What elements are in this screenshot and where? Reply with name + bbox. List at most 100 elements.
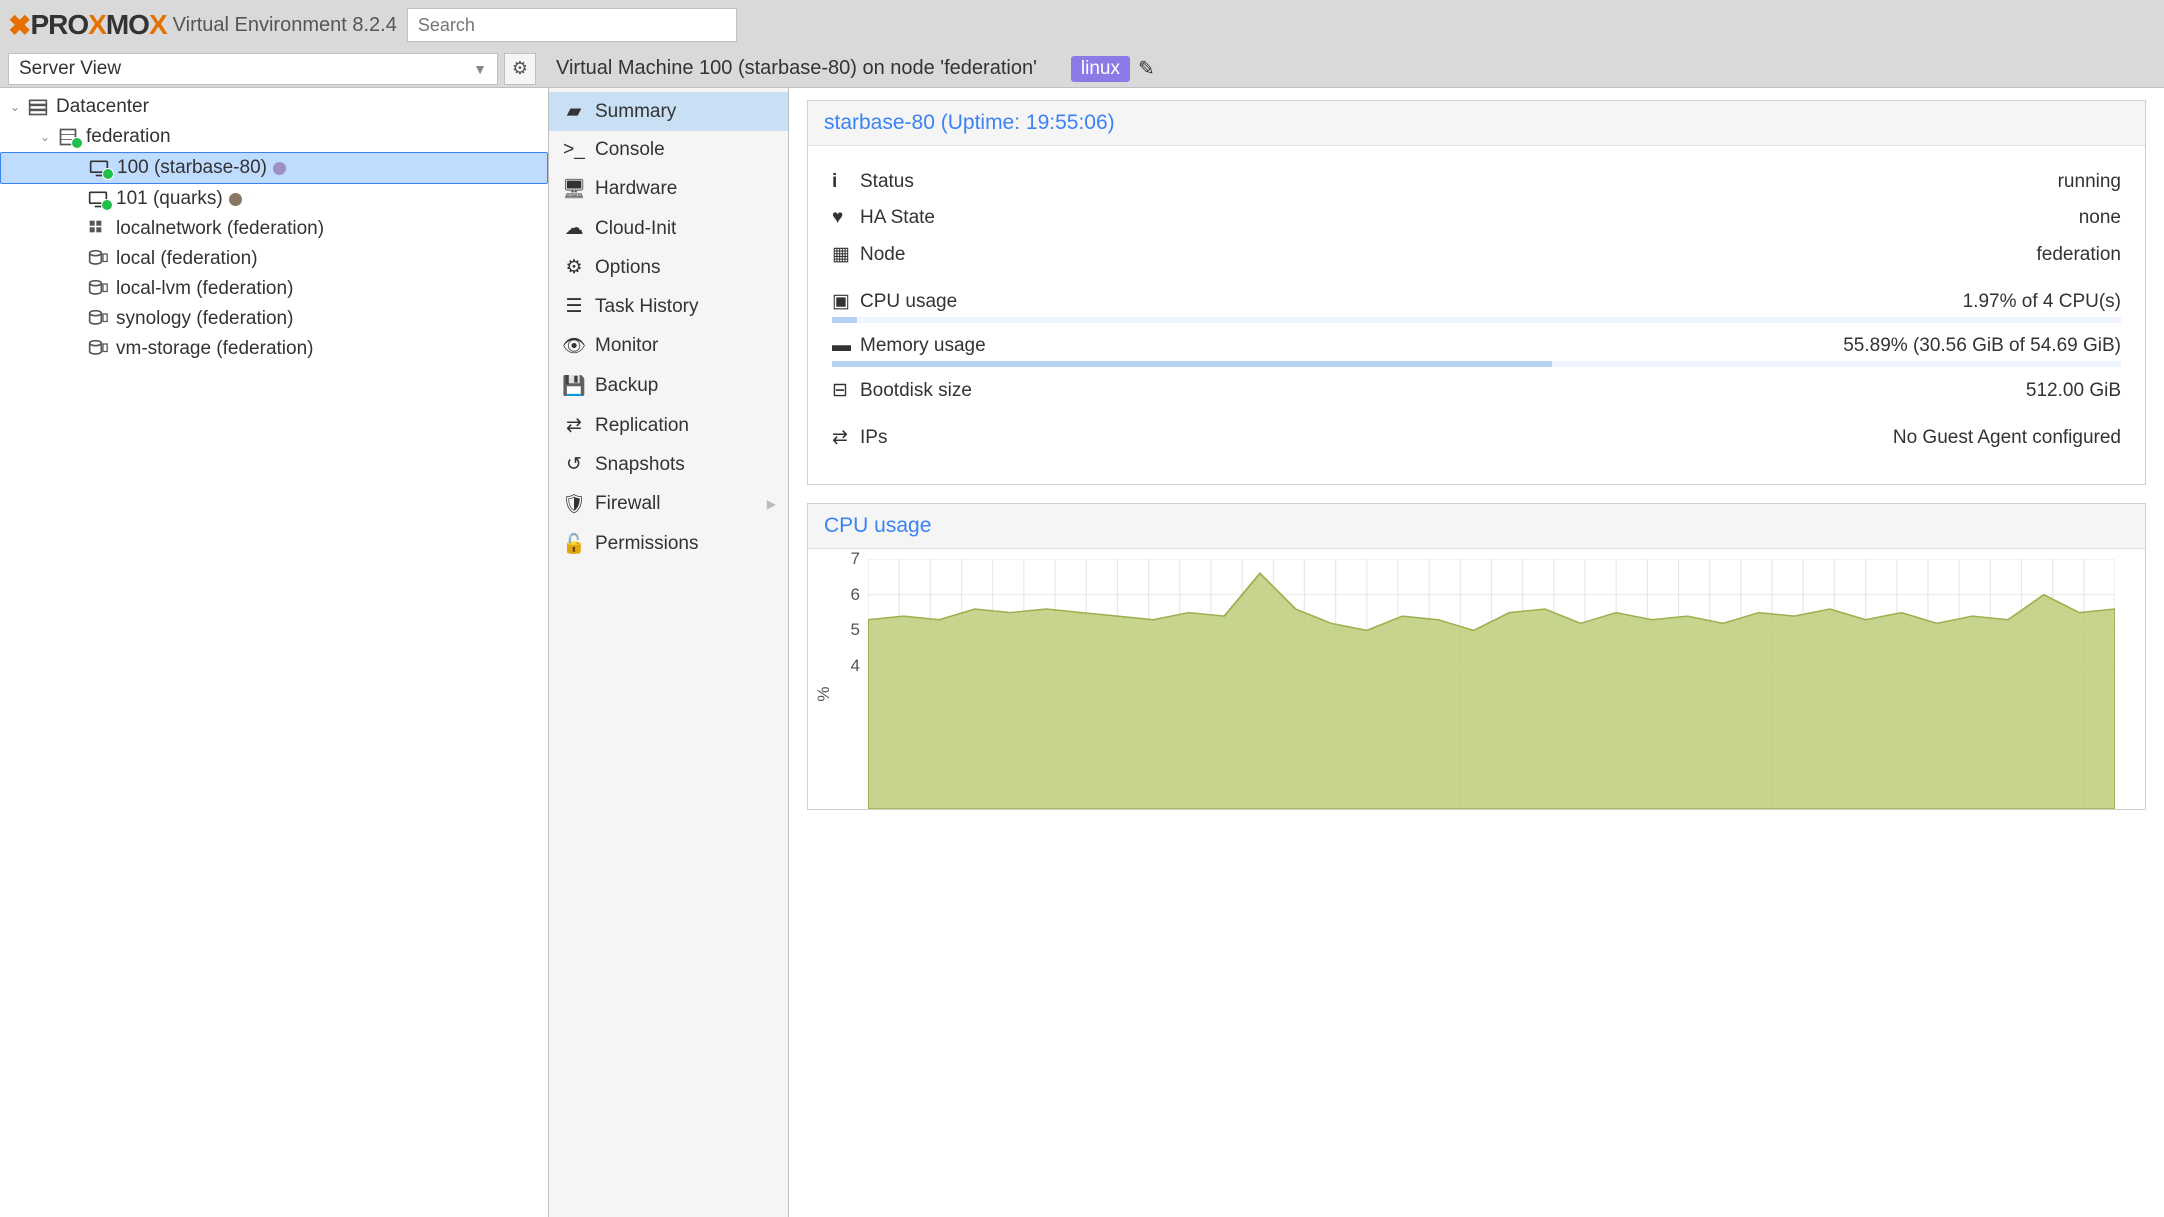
tree-label: local-lvm (federation): [116, 278, 293, 300]
chart-y-tick: 5: [851, 620, 860, 640]
tree-node-storage-local[interactable]: local (federation): [0, 244, 548, 274]
tree-node-storage-locallvm[interactable]: local-lvm (federation): [0, 274, 548, 304]
toolbar: Server View ▼ ⚙ Virtual Machine 100 (sta…: [0, 50, 2164, 88]
sidemenu-cloudinit[interactable]: ☁ Cloud-Init: [549, 209, 788, 248]
label-node: Node: [860, 244, 905, 266]
memory-icon: ▬: [832, 335, 860, 357]
hdd-icon: ⊟: [832, 379, 860, 402]
sidemenu-hardware[interactable]: 🖥 Hardware: [549, 169, 788, 209]
sidemenu-snapshots[interactable]: ↺ Snapshots: [549, 445, 788, 484]
tree-node-federation[interactable]: ⌄ federation: [0, 122, 548, 152]
chart-y-tick: 6: [851, 585, 860, 605]
summary-panel-body: i Status running ♥ HA State none ▦ Node …: [808, 146, 2145, 484]
unlock-icon: 🔓: [561, 532, 587, 556]
tree-label: federation: [86, 126, 171, 148]
row-ips: ⇄ IPs No Guest Agent configured: [832, 419, 2121, 456]
tree-label: vm-storage (federation): [116, 338, 313, 360]
resource-tree: ⌄ Datacenter ⌄ federation 100 (starbase-…: [0, 88, 549, 1217]
os-tag[interactable]: linux: [1071, 56, 1130, 82]
label-hastate: HA State: [860, 207, 935, 229]
sidemenu-firewall[interactable]: 🛡 Firewall ▶: [549, 484, 788, 524]
tree-label: local (federation): [116, 248, 258, 270]
search-input[interactable]: [407, 8, 737, 42]
sidemenu-taskhistory[interactable]: ☰ Task History: [549, 287, 788, 326]
settings-button[interactable]: ⚙: [504, 53, 536, 85]
gear-icon: ⚙: [512, 58, 528, 79]
view-selector-label: Server View: [19, 58, 121, 80]
sidemenu-label: Console: [595, 139, 665, 161]
sidemenu-label: Monitor: [595, 335, 658, 357]
value-memory: 55.89% (30.56 GiB of 54.69 GiB): [1843, 335, 2121, 357]
breadcrumb: Virtual Machine 100 (starbase-80) on nod…: [556, 56, 1155, 82]
server-icon: [56, 127, 80, 147]
storage-icon: [86, 279, 110, 299]
cpu-progress: [832, 317, 2121, 323]
row-bootdisk: ⊟ Bootdisk size 512.00 GiB: [832, 372, 2121, 409]
row-hastate: ♥ HA State none: [832, 200, 2121, 236]
sidemenu-label: Permissions: [595, 533, 698, 555]
shield-icon: 🛡: [561, 492, 587, 516]
tree-label: Datacenter: [56, 96, 149, 118]
sidemenu-options[interactable]: ⚙ Options: [549, 248, 788, 287]
sidemenu-backup[interactable]: 💾 Backup: [549, 366, 788, 406]
chart-y-tick: 7: [851, 549, 860, 569]
sidemenu-label: Backup: [595, 375, 658, 397]
storage-icon: [86, 249, 110, 269]
summary-panel: starbase-80 (Uptime: 19:55:06) i Status …: [807, 100, 2146, 485]
terminal-icon: >_: [561, 139, 587, 161]
row-cpu: ▣ CPU usage 1.97% of 4 CPU(s): [832, 283, 2121, 320]
tree-node-localnetwork[interactable]: localnetwork (federation): [0, 214, 548, 244]
value-ips: No Guest Agent configured: [1893, 427, 2121, 449]
expander-icon[interactable]: ⌄: [10, 100, 22, 114]
value-status: running: [2058, 171, 2121, 193]
tree-node-vm-100[interactable]: 100 (starbase-80): [0, 152, 548, 184]
proxmox-logo: ✖ PROXMOX: [8, 9, 167, 42]
value-cpu: 1.97% of 4 CPU(s): [1963, 291, 2121, 313]
tree-node-storage-synology[interactable]: synology (federation): [0, 304, 548, 334]
label-cpu: CPU usage: [860, 291, 957, 313]
value-hastate: none: [2079, 207, 2121, 229]
label-status: Status: [860, 171, 914, 193]
heartbeat-icon: ♥: [832, 207, 860, 229]
logo-x-icon: ✖: [8, 9, 30, 42]
summary-panel-title: starbase-80 (Uptime: 19:55:06): [808, 101, 2145, 146]
value-bootdisk: 512.00 GiB: [2026, 380, 2121, 402]
save-icon: 💾: [561, 374, 587, 398]
logo-text: PROXMOX: [30, 9, 166, 41]
sidemenu-label: Replication: [595, 415, 689, 437]
edit-tags-button[interactable]: ✎: [1138, 56, 1155, 81]
status-dot-icon: [229, 193, 242, 206]
value-node: federation: [2036, 244, 2121, 266]
tree-node-vm-101[interactable]: 101 (quarks): [0, 184, 548, 214]
expander-icon[interactable]: ⌄: [40, 130, 52, 144]
tree-label: 101 (quarks): [116, 188, 223, 210]
datacenter-icon: [26, 97, 50, 117]
memory-progress: [832, 361, 2121, 367]
sidemenu-label: Hardware: [595, 178, 677, 200]
cloud-icon: ☁: [561, 217, 587, 240]
label-ips: IPs: [860, 427, 887, 449]
sidemenu-replication[interactable]: ⇄ Replication: [549, 406, 788, 445]
history-icon: ↺: [561, 453, 587, 476]
label-memory: Memory usage: [860, 335, 986, 357]
sidemenu-permissions[interactable]: 🔓 Permissions: [549, 524, 788, 564]
sidemenu-summary[interactable]: ▰ Summary: [549, 92, 788, 131]
building-icon: ▦: [832, 243, 860, 266]
cpu-chart: % 4567: [828, 559, 2125, 809]
sidemenu-monitor[interactable]: 👁 Monitor: [549, 326, 788, 366]
sidemenu-console[interactable]: >_ Console: [549, 131, 788, 169]
sidemenu-label: Firewall: [595, 493, 660, 515]
list-icon: ☰: [561, 295, 587, 318]
vm-icon: [86, 189, 110, 209]
info-icon: i: [832, 171, 860, 193]
sidemenu-label: Task History: [595, 296, 698, 318]
view-selector[interactable]: Server View ▼: [8, 53, 498, 85]
tree-label: 100 (starbase-80): [117, 157, 267, 179]
chart-y-label: %: [814, 686, 834, 701]
cpu-chart-svg: [868, 559, 2115, 809]
chevron-down-icon: ▼: [473, 61, 487, 77]
label-bootdisk: Bootdisk size: [860, 380, 972, 402]
tree-node-datacenter[interactable]: ⌄ Datacenter: [0, 92, 548, 122]
cpu-chart-title: CPU usage: [808, 504, 2145, 549]
tree-node-storage-vmstorage[interactable]: vm-storage (federation): [0, 334, 548, 364]
